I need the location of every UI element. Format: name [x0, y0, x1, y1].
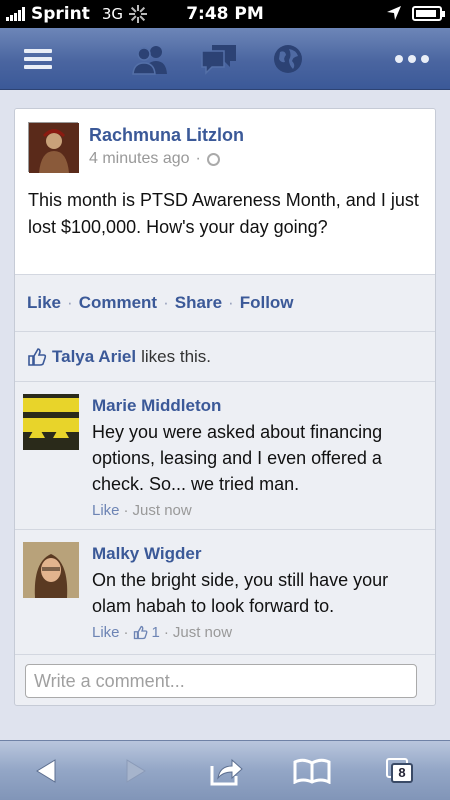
comment-text: On the bright side, you still have your …: [92, 570, 389, 616]
back-button[interactable]: [16, 741, 76, 800]
separator-dot: ·: [195, 150, 201, 167]
separator-dot: ·: [228, 293, 234, 312]
separator-dot: ·: [163, 624, 169, 641]
comment-item: Marie Middleton Hey you were asked about…: [15, 382, 435, 530]
comment-meta: Like · Just now: [92, 502, 192, 519]
avatar-image: [23, 542, 79, 598]
comment-time: Just now: [132, 502, 192, 519]
post-body: Rachmuna Litzlon 4 minutes ago · This mo…: [15, 109, 435, 275]
post-actions: Like · Comment · Share · Follow: [15, 275, 435, 332]
post-time-text: 4 minutes ago: [89, 150, 190, 167]
status-bar: Sprint 3G 7:48 PM: [0, 0, 450, 28]
commenter-name[interactable]: Marie Middleton: [92, 396, 221, 416]
post-timestamp: 4 minutes ago ·: [89, 150, 220, 168]
liker-name[interactable]: Talya Ariel: [52, 347, 136, 367]
avatar-image: [23, 394, 79, 450]
share-button[interactable]: [196, 741, 256, 800]
browser-toolbar: 8: [0, 740, 450, 800]
thumbs-up-icon: [133, 625, 147, 640]
share-link[interactable]: Share: [175, 293, 222, 313]
forward-button[interactable]: [106, 741, 166, 800]
separator-dot: ·: [123, 624, 129, 641]
separator-dot: ·: [67, 293, 73, 312]
bookmarks-button[interactable]: [282, 741, 342, 800]
more-icon: [395, 55, 429, 63]
menu-icon: [24, 49, 52, 69]
bookmarks-icon: [293, 758, 331, 784]
author-avatar[interactable]: [28, 122, 79, 173]
location-arrow-icon: [387, 6, 401, 20]
avatar-image: [29, 123, 79, 173]
likes-summary: Talya Ariel likes this.: [15, 332, 435, 382]
battery-icon: [412, 5, 445, 21]
comment-meta: Like · 1 · Just now: [92, 624, 232, 641]
friend-requests-icon: [132, 46, 167, 75]
tabs-button[interactable]: 8: [372, 741, 432, 800]
friend-requests-button[interactable]: [122, 28, 178, 90]
comment-link[interactable]: Comment: [79, 293, 157, 313]
menu-button[interactable]: [10, 28, 66, 90]
tabs-icon: 8: [382, 751, 422, 791]
messages-icon: [201, 45, 236, 75]
comment-like-link[interactable]: Like: [92, 624, 120, 641]
top-navbar: [0, 28, 450, 90]
post-card: Rachmuna Litzlon 4 minutes ago · This mo…: [14, 108, 436, 706]
notifications-button[interactable]: [260, 28, 316, 90]
comment-like-link[interactable]: Like: [92, 502, 120, 519]
comment-input[interactable]: [25, 664, 417, 698]
commenter-avatar[interactable]: [23, 542, 79, 598]
tabs-count: 8: [391, 763, 413, 783]
thumbs-up-icon: [28, 347, 47, 366]
follow-link[interactable]: Follow: [240, 293, 294, 313]
comment-text: Hey you were asked about financing optio…: [92, 422, 383, 494]
globe-icon: [206, 152, 220, 166]
post-text: This month is PTSD Awareness Month, and …: [28, 190, 419, 237]
comment-time: Just now: [172, 624, 233, 641]
commenter-name[interactable]: Malky Wigder: [92, 544, 201, 564]
more-button[interactable]: [382, 28, 442, 90]
commenter-avatar[interactable]: [23, 394, 79, 450]
separator-dot: ·: [163, 293, 169, 312]
comment-composer: [15, 657, 435, 705]
forward-arrow-icon: [126, 759, 146, 783]
post-author-name[interactable]: Rachmuna Litzlon: [89, 125, 244, 146]
likes-suffix: likes this.: [141, 346, 212, 366]
separator-dot: ·: [123, 502, 129, 519]
back-arrow-icon: [36, 759, 56, 783]
messages-button[interactable]: [191, 28, 247, 90]
like-link[interactable]: Like: [27, 293, 61, 313]
comment-item: Malky Wigder On the bright side, you sti…: [15, 530, 435, 655]
share-icon: [210, 758, 243, 786]
notifications-globe-icon: [274, 45, 302, 73]
status-time: 7:48 PM: [186, 4, 264, 24]
comment-like-count[interactable]: 1: [152, 624, 160, 641]
